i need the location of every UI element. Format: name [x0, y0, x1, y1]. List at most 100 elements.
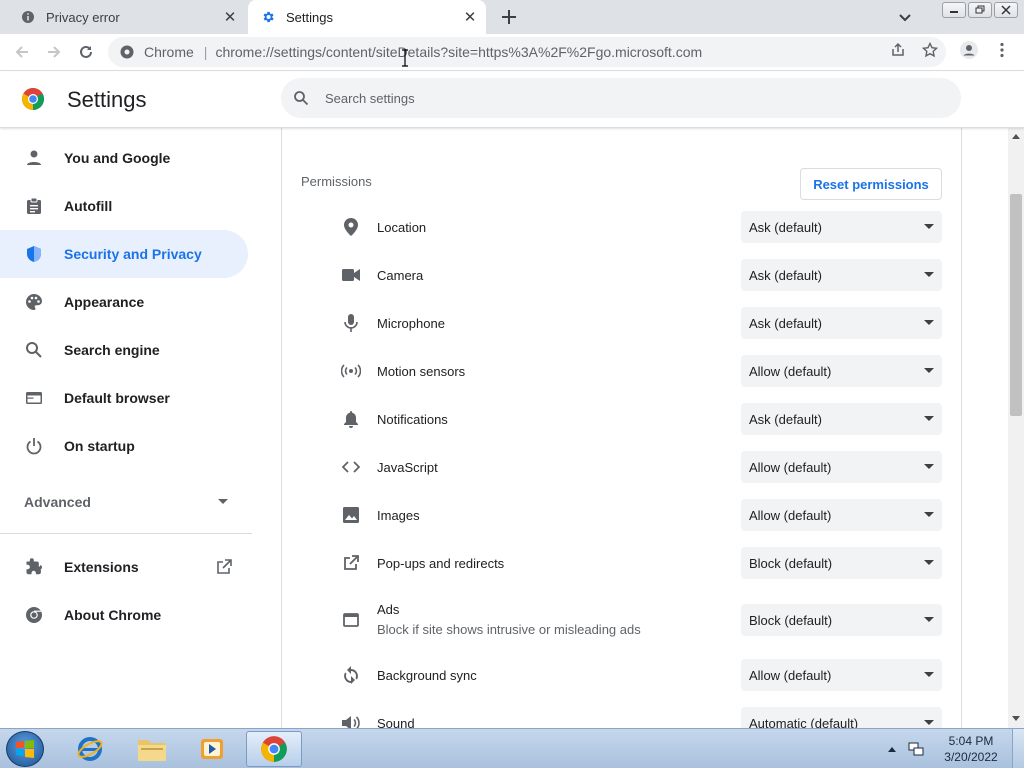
scroll-up-arrow-icon[interactable] [1012, 132, 1020, 140]
taskbar-internet-explorer[interactable] [62, 731, 118, 767]
permission-label: Motion sensors [377, 364, 466, 379]
minimize-icon [950, 11, 958, 13]
chevron-down-icon [899, 14, 911, 22]
sidebar-item-default-browser[interactable]: Default browser [0, 374, 248, 422]
caret-down-icon [924, 272, 934, 278]
close-icon[interactable]: ✕ [460, 7, 480, 27]
permission-select[interactable]: Ask (default) [741, 403, 942, 435]
window-controls [942, 2, 1018, 18]
select-value: Allow (default) [749, 363, 832, 379]
caret-down-icon [924, 720, 934, 726]
media-player-icon [201, 739, 223, 759]
forward-button[interactable] [42, 40, 66, 64]
profile-button[interactable] [960, 41, 978, 59]
permissions-heading: Permissions [301, 174, 372, 189]
tab-privacy-error[interactable]: Privacy error ✕ [8, 0, 246, 34]
chevron-up-icon [888, 746, 896, 752]
menu-button[interactable] [993, 41, 1011, 59]
reset-permissions-button[interactable]: Reset permissions [800, 168, 942, 200]
select-value: Block (default) [749, 555, 833, 571]
sensors-icon [341, 361, 361, 381]
close-icon[interactable]: ✕ [220, 7, 240, 27]
bookmark-button[interactable] [921, 41, 939, 59]
url-text[interactable]: chrome://settings/content/siteDetails?si… [215, 44, 702, 60]
more-vert-icon [1000, 42, 1004, 58]
settings-header: Settings [0, 72, 1024, 128]
permission-label: Camera [377, 268, 424, 283]
sidebar-item-label: Autofill [64, 198, 113, 214]
puzzle-icon [24, 557, 44, 577]
permission-row-microphone: Microphone Ask (default) [282, 299, 961, 347]
windows-taskbar: 5:04 PM 3/20/2022 [0, 728, 1024, 768]
permission-label: Ads [377, 602, 400, 617]
caret-down-icon [924, 464, 934, 470]
taskbar-media-player[interactable] [184, 731, 240, 767]
caret-down-icon [924, 617, 934, 623]
permission-row-javascript: JavaScript Allow (default) [282, 443, 961, 491]
star-icon [922, 42, 938, 58]
power-icon [24, 436, 44, 456]
reload-button[interactable] [74, 40, 98, 64]
permission-select[interactable]: Block (default) [741, 547, 942, 579]
permission-select[interactable]: Allow (default) [741, 659, 942, 691]
sidebar-item-appearance[interactable]: Appearance [0, 278, 248, 326]
shield-icon [24, 244, 44, 264]
chrome-logo-icon [22, 88, 44, 110]
address-bar[interactable]: Chrome | chrome://settings/content/siteD… [108, 37, 946, 67]
permission-select[interactable]: Ask (default) [741, 259, 942, 291]
minimize-button[interactable] [942, 2, 966, 18]
permission-label: Images [377, 508, 420, 523]
permission-select[interactable]: Ask (default) [741, 307, 942, 339]
show-desktop-button[interactable] [1012, 729, 1024, 768]
text-cursor-icon [402, 49, 408, 67]
scroll-down-arrow-icon[interactable] [1012, 714, 1020, 722]
select-value: Ask (default) [749, 411, 822, 427]
sidebar-item-security-and-privacy[interactable]: Security and Privacy [0, 230, 248, 278]
share-button[interactable] [889, 41, 907, 59]
sidebar-item-on-startup[interactable]: On startup [0, 422, 248, 470]
network-icon[interactable] [908, 741, 924, 757]
select-value: Allow (default) [749, 507, 832, 523]
window-close-button[interactable] [994, 2, 1018, 18]
select-value: Ask (default) [749, 315, 822, 331]
select-value: Allow (default) [749, 667, 832, 683]
chip-divider: | [203, 44, 208, 60]
sidebar-item-extensions[interactable]: Extensions [0, 543, 248, 591]
chrome-site-icon[interactable] [120, 44, 136, 60]
permission-select[interactable]: Allow (default) [741, 355, 942, 387]
tab-search-button[interactable] [894, 7, 916, 29]
permission-select[interactable]: Ask (default) [741, 211, 942, 243]
sidebar-item-search-engine[interactable]: Search engine [0, 326, 248, 374]
permission-label: Background sync [377, 668, 477, 683]
show-hidden-icons-button[interactable] [886, 743, 898, 755]
permission-label: Notifications [377, 412, 448, 427]
permission-select[interactable]: Allow (default) [741, 499, 942, 531]
system-clock[interactable]: 5:04 PM 3/20/2022 [936, 733, 1006, 765]
search-icon [24, 340, 44, 360]
page-scrollbar[interactable] [1008, 128, 1024, 728]
avatar-icon [960, 41, 978, 59]
permission-select[interactable]: Allow (default) [741, 451, 942, 483]
arrow-right-icon [48, 46, 61, 58]
new-tab-button[interactable] [498, 6, 520, 28]
back-button[interactable] [10, 40, 34, 64]
start-button[interactable] [6, 731, 44, 767]
search-input[interactable] [325, 90, 825, 106]
browser-toolbar: Chrome | chrome://settings/content/siteD… [0, 34, 1024, 71]
taskbar-chrome[interactable] [246, 731, 302, 767]
scrollbar-thumb[interactable] [1010, 194, 1022, 416]
sidebar-item-label: Search engine [64, 342, 160, 358]
settings-search[interactable] [281, 78, 961, 118]
permission-select[interactable]: Block (default) [741, 604, 942, 636]
permission-row-images: Images Allow (default) [282, 491, 961, 539]
permission-label: JavaScript [377, 460, 438, 475]
taskbar-file-explorer[interactable] [124, 731, 180, 767]
sidebar-item-autofill[interactable]: Autofill [0, 182, 248, 230]
tab-settings[interactable]: Settings ✕ [248, 0, 486, 34]
sidebar-item-you-and-google[interactable]: You and Google [0, 134, 248, 182]
permission-label: Pop-ups and redirects [377, 556, 505, 571]
sidebar-item-about-chrome[interactable]: About Chrome [0, 591, 248, 639]
restore-button[interactable] [968, 2, 992, 18]
select-value: Allow (default) [749, 459, 832, 475]
sidebar-advanced-toggle[interactable]: Advanced [0, 482, 248, 522]
